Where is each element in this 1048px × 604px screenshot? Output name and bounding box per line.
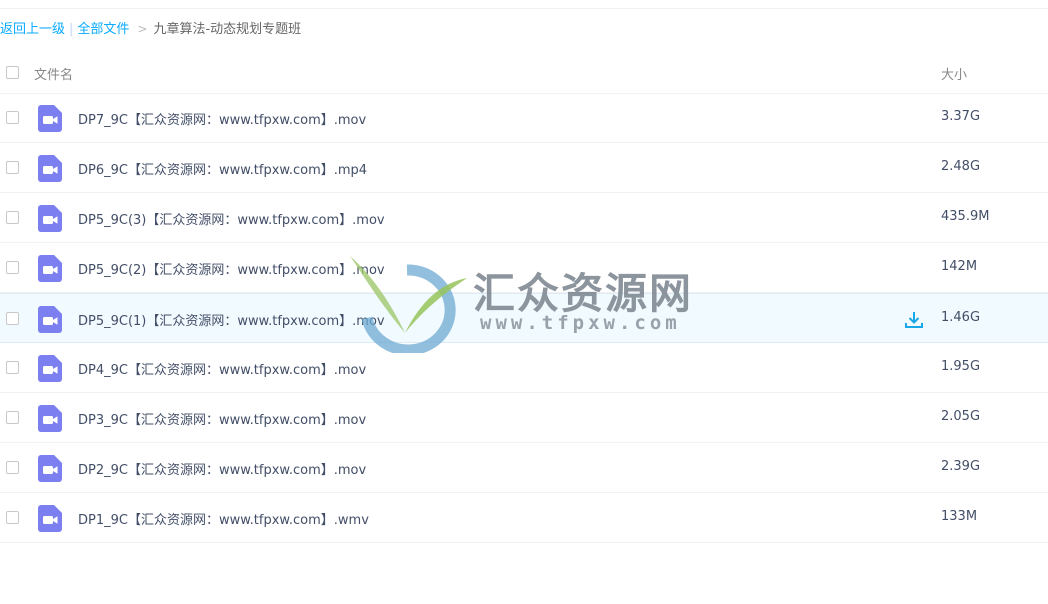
- file-checkbox[interactable]: [6, 411, 19, 424]
- file-checkbox[interactable]: [6, 261, 19, 274]
- file-name[interactable]: DP4_9C【汇众资源网：www.tfpxw.com】.mov: [78, 359, 366, 378]
- file-name[interactable]: DP6_9C【汇众资源网：www.tfpxw.com】.mp4: [78, 159, 367, 178]
- file-checkbox[interactable]: [6, 312, 19, 325]
- file-list-header: 文件名 大小: [0, 52, 1048, 94]
- column-header-size[interactable]: 大小: [941, 64, 967, 83]
- current-folder-label: 九章算法-动态规划专题班: [153, 22, 302, 37]
- file-name[interactable]: DP5_9C(1)【汇众资源网：www.tfpxw.com】.mov: [78, 310, 385, 329]
- video-file-icon: [38, 405, 62, 432]
- video-file-icon: [38, 155, 62, 182]
- video-file-icon: [38, 255, 62, 282]
- video-file-icon: [38, 355, 62, 382]
- file-size: 2.39G: [941, 459, 981, 474]
- file-checkbox[interactable]: [6, 161, 19, 174]
- file-row[interactable]: DP5_9C(1)【汇众资源网：www.tfpxw.com】.mov 1.46G: [0, 293, 1048, 343]
- file-row[interactable]: DP2_9C【汇众资源网：www.tfpxw.com】.mov 2.39G: [0, 443, 1048, 493]
- file-list: DP7_9C【汇众资源网：www.tfpxw.com】.mov 3.37G DP6_…: [0, 93, 1048, 543]
- file-row[interactable]: DP7_9C【汇众资源网：www.tfpxw.com】.mov 3.37G: [0, 93, 1048, 143]
- file-name[interactable]: DP2_9C【汇众资源网：www.tfpxw.com】.mov: [78, 459, 366, 478]
- file-row[interactable]: DP6_9C【汇众资源网：www.tfpxw.com】.mp4 2.48G: [0, 143, 1048, 193]
- all-files-link[interactable]: 全部文件: [77, 22, 129, 37]
- video-file-icon: [38, 455, 62, 482]
- file-size: 435.9M: [941, 209, 990, 224]
- breadcrumb-separator: |: [69, 22, 74, 37]
- file-size: 133M: [941, 509, 978, 524]
- file-row[interactable]: DP5_9C(2)【汇众资源网：www.tfpxw.com】.mov 142M: [0, 243, 1048, 293]
- file-checkbox[interactable]: [6, 361, 19, 374]
- file-name[interactable]: DP7_9C【汇众资源网：www.tfpxw.com】.mov: [78, 109, 366, 128]
- file-checkbox[interactable]: [6, 111, 19, 124]
- file-size: 142M: [941, 259, 978, 274]
- column-header-filename[interactable]: 文件名: [34, 64, 73, 83]
- file-size: 2.48G: [941, 159, 981, 174]
- file-name[interactable]: DP3_9C【汇众资源网：www.tfpxw.com】.mov: [78, 409, 366, 428]
- file-checkbox[interactable]: [6, 511, 19, 524]
- file-size: 1.46G: [941, 310, 981, 325]
- download-icon[interactable]: [904, 310, 924, 330]
- file-size: 3.37G: [941, 109, 981, 124]
- file-size: 2.05G: [941, 409, 981, 424]
- file-checkbox[interactable]: [6, 461, 19, 474]
- file-name[interactable]: DP5_9C(3)【汇众资源网：www.tfpxw.com】.mov: [78, 209, 385, 228]
- file-row[interactable]: DP4_9C【汇众资源网：www.tfpxw.com】.mov 1.95G: [0, 343, 1048, 393]
- video-file-icon: [38, 105, 62, 132]
- back-link[interactable]: 返回上一级: [0, 22, 65, 37]
- select-all-checkbox[interactable]: [6, 66, 19, 79]
- video-file-icon: [38, 306, 62, 333]
- video-file-icon: [38, 205, 62, 232]
- file-name[interactable]: DP5_9C(2)【汇众资源网：www.tfpxw.com】.mov: [78, 259, 385, 278]
- file-row[interactable]: DP1_9C【汇众资源网：www.tfpxw.com】.wmv 133M: [0, 493, 1048, 543]
- breadcrumb-arrow: >: [137, 22, 148, 36]
- top-toolbar-strip: [0, 0, 1048, 9]
- file-row[interactable]: DP5_9C(3)【汇众资源网：www.tfpxw.com】.mov 435.9M: [0, 193, 1048, 243]
- file-checkbox[interactable]: [6, 211, 19, 224]
- file-name[interactable]: DP1_9C【汇众资源网：www.tfpxw.com】.wmv: [78, 509, 369, 528]
- breadcrumb: 返回上一级 | 全部文件 > 九章算法-动态规划专题班: [0, 20, 301, 38]
- file-row[interactable]: DP3_9C【汇众资源网：www.tfpxw.com】.mov 2.05G: [0, 393, 1048, 443]
- file-size: 1.95G: [941, 359, 981, 374]
- video-file-icon: [38, 505, 62, 532]
